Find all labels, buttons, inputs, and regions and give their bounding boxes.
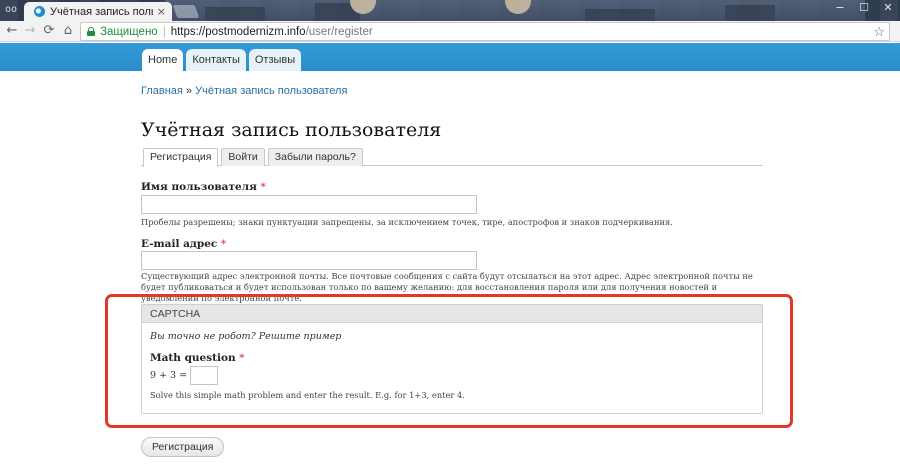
- username-label-text: Имя пользователя: [141, 181, 257, 193]
- email-required-mark: *: [220, 238, 227, 250]
- close-window-icon[interactable]: ✕: [876, 0, 900, 18]
- breadcrumb-current-link[interactable]: Учётная запись пользователя: [195, 85, 347, 97]
- email-description: Существующий адрес электронной почты. Вс…: [141, 271, 753, 303]
- drupal-favicon-icon: [34, 6, 45, 17]
- bookmark-star-icon[interactable]: ☆: [873, 23, 885, 40]
- home-icon[interactable]: ⌂: [60, 23, 76, 39]
- window-menu-icon[interactable]: oo: [5, 4, 21, 16]
- page-title: Учётная запись пользователя: [141, 119, 442, 141]
- browser-tab[interactable]: Учётная запись пользов ×: [24, 2, 172, 21]
- username-description: Пробелы разрешены; знаки пунктуации запр…: [141, 217, 673, 227]
- account-tabs: Регистрация Войти Забыли пароль?: [141, 148, 763, 167]
- new-tab-button[interactable]: [172, 5, 200, 18]
- address-bar[interactable]: Защищено https://postmodernizm.info/user…: [80, 22, 890, 41]
- email-label: E-mail адрес *: [141, 238, 226, 250]
- primary-nav: Home Контакты Отзывы: [142, 49, 304, 71]
- site-header: Home Контакты Отзывы: [0, 43, 900, 71]
- breadcrumb-home-link[interactable]: Главная: [141, 85, 183, 97]
- captcha-answer-input[interactable]: [190, 366, 219, 385]
- captcha-fieldset: CAPTCHA Вы точно не робот? Решите пример…: [141, 304, 763, 414]
- breadcrumb-separator: »: [182, 85, 196, 97]
- nav-tab-reviews[interactable]: Отзывы: [248, 49, 302, 71]
- maximize-icon[interactable]: ☐: [852, 0, 876, 18]
- username-label: Имя пользователя *: [141, 181, 266, 193]
- math-required-mark: *: [239, 352, 245, 364]
- breadcrumb: Главная » Учётная запись пользователя: [141, 85, 347, 97]
- browser-tab-strip: oo Учётная запись пользов × − ☐ ✕: [0, 0, 900, 21]
- math-question-label-text: Math question: [150, 352, 236, 364]
- captcha-prompt: Вы точно не робот? Решите пример: [150, 331, 342, 342]
- minimize-icon[interactable]: −: [828, 0, 852, 18]
- math-question-row: 9 + 3 =: [150, 366, 219, 385]
- math-equation: 9 + 3 =: [150, 370, 188, 381]
- math-question-label: Math question *: [150, 352, 245, 364]
- email-label-text: E-mail адрес: [141, 238, 218, 250]
- captcha-description: Solve this simple math problem and enter…: [150, 390, 465, 400]
- register-submit-button[interactable]: Регистрация: [141, 437, 225, 457]
- tab-login[interactable]: Войти: [221, 148, 265, 166]
- tab-register[interactable]: Регистрация: [143, 148, 219, 167]
- secure-label: Защищено: [100, 25, 158, 38]
- forward-arrow-icon[interactable]: →: [22, 23, 38, 39]
- username-required-mark: *: [260, 181, 266, 193]
- tab-close-icon[interactable]: ×: [157, 5, 166, 18]
- lock-icon: [87, 27, 95, 36]
- tab-forgot-password[interactable]: Забыли пароль?: [267, 148, 363, 166]
- back-arrow-icon[interactable]: ←: [4, 23, 20, 39]
- browser-tab-title: Учётная запись пользов: [50, 5, 153, 18]
- url-path: /user/register: [305, 25, 373, 38]
- email-input[interactable]: [141, 251, 477, 270]
- header-illustration: [165, 0, 865, 21]
- window-controls: − ☐ ✕: [828, 0, 900, 21]
- username-input[interactable]: [141, 195, 477, 214]
- url-host: https://postmodernizm.info: [170, 25, 306, 38]
- browser-toolbar: ← → ⟳ ⌂ Защищено https://postmodernizm.i…: [0, 21, 900, 42]
- nav-tab-home[interactable]: Home: [142, 49, 184, 71]
- nav-tab-contacts[interactable]: Контакты: [186, 49, 246, 71]
- captcha-legend: CAPTCHA: [142, 305, 762, 323]
- address-separator: [163, 25, 165, 38]
- reload-icon[interactable]: ⟳: [41, 23, 57, 39]
